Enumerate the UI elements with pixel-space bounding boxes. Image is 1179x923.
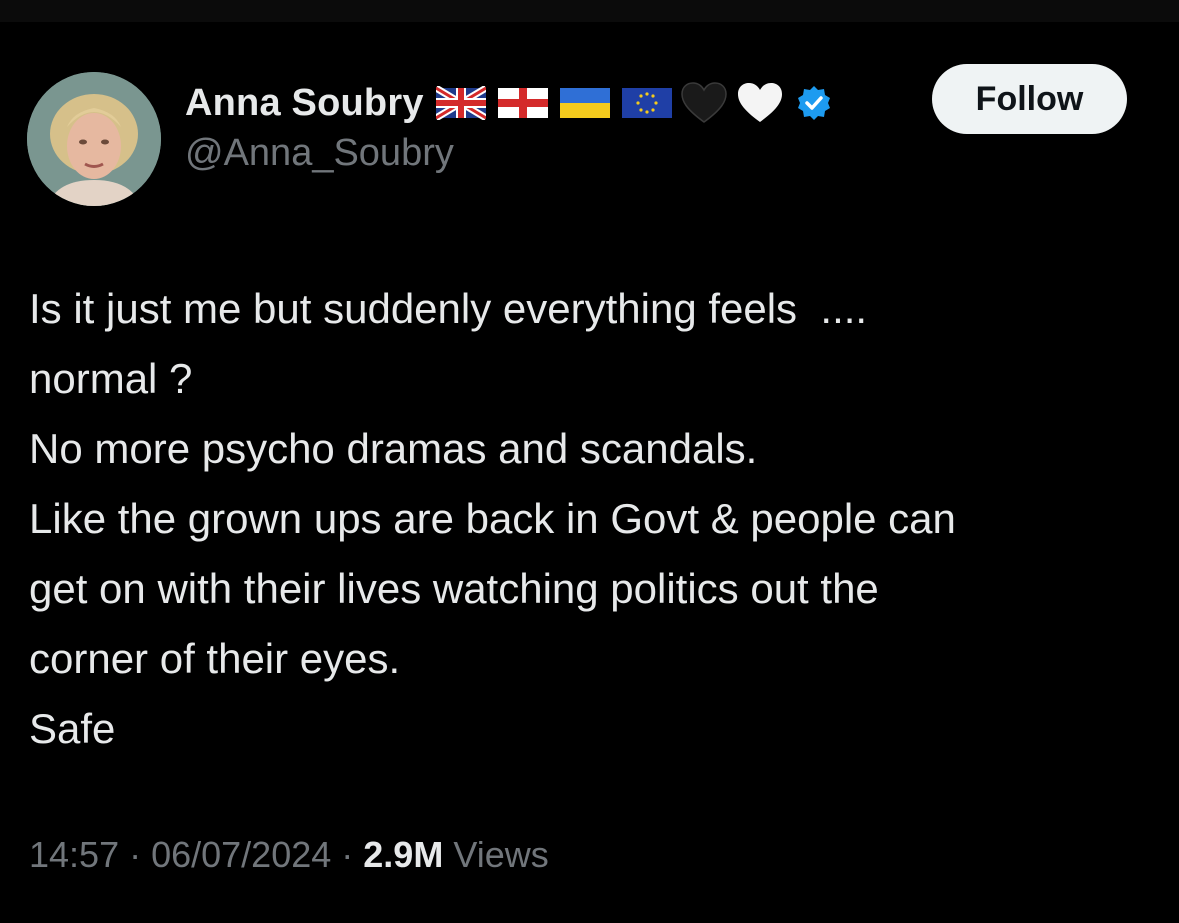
tweet-line: normal ?	[29, 355, 193, 402]
tweet-line: Like the grown ups are back in Govt & pe…	[29, 495, 956, 542]
author-handle[interactable]: @Anna_Soubry	[185, 132, 454, 175]
tweet-date[interactable]: 06/07/2024	[151, 834, 331, 875]
tweet-line: Safe	[29, 705, 116, 752]
tweet-line: Is it just me but suddenly everything fe…	[29, 285, 868, 332]
tweet-line: get on with their lives watching politic…	[29, 565, 879, 612]
tweet-time[interactable]: 14:57	[29, 834, 119, 875]
meta-separator: ·	[119, 834, 152, 875]
tweet-line: No more psycho dramas and scandals.	[29, 425, 758, 472]
england-flag-icon	[497, 88, 548, 118]
meta-separator: ·	[331, 834, 364, 875]
avatar[interactable]	[27, 72, 161, 206]
verified-badge-icon	[797, 86, 830, 120]
white-heart-icon	[737, 83, 782, 122]
views-count[interactable]: 2.9M	[363, 834, 443, 875]
eu-flag-icon	[621, 88, 672, 118]
follow-button[interactable]: Follow	[932, 64, 1127, 134]
uk-flag-icon	[435, 86, 486, 120]
tweet-card: Anna Soubry @Anna_Soubry Follow Is it ju…	[0, 22, 1179, 923]
black-heart-icon	[680, 82, 727, 123]
top-strip	[0, 0, 1179, 22]
ukraine-flag-icon	[559, 88, 610, 118]
author-display-name[interactable]: Anna Soubry	[185, 82, 424, 125]
author-name-row: Anna Soubry	[185, 80, 832, 126]
tweet-line: corner of their eyes.	[29, 635, 401, 682]
tweet-meta: 14:57 · 06/07/2024 · 2.9M Views	[29, 834, 549, 876]
tweet-text: Is it just me but suddenly everything fe…	[29, 274, 1159, 764]
views-label: Views	[443, 834, 549, 875]
